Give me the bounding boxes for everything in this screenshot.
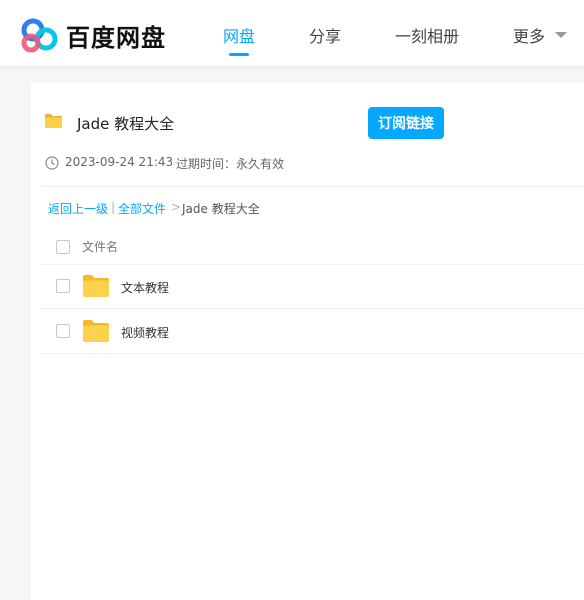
file-name[interactable]: 视频教程 bbox=[121, 324, 169, 341]
folder-icon[interactable] bbox=[83, 275, 109, 297]
breadcrumb-back-link[interactable]: 返回上一级 bbox=[48, 200, 108, 217]
subscribe-link-button[interactable]: 订阅链接 bbox=[368, 107, 444, 139]
column-header-filename[interactable]: 文件名 bbox=[82, 238, 118, 255]
divider bbox=[41, 264, 584, 265]
breadcrumb-separator: | bbox=[111, 200, 116, 214]
nav-share[interactable]: 分享 bbox=[309, 23, 341, 47]
breadcrumb-arrow: > bbox=[171, 200, 182, 214]
nav-netdisk[interactable]: 网盘 bbox=[223, 23, 255, 47]
folder-icon[interactable] bbox=[83, 320, 109, 342]
nav-more[interactable]: 更多 bbox=[513, 23, 545, 47]
expire-time: 过期时间：永久有效 bbox=[176, 157, 285, 171]
nav-active-indicator bbox=[229, 53, 249, 56]
divider bbox=[41, 353, 584, 354]
select-all-checkbox[interactable] bbox=[56, 240, 70, 254]
share-title: Jade 教程大全 bbox=[77, 115, 175, 133]
divider bbox=[41, 308, 584, 309]
nav-moment-album[interactable]: 一刻相册 bbox=[395, 23, 459, 47]
chevron-down-icon[interactable] bbox=[555, 32, 567, 38]
divider bbox=[41, 186, 584, 187]
brand-name[interactable]: 百度网盘 bbox=[66, 18, 166, 53]
breadcrumb-current: Jade 教程大全 bbox=[182, 202, 260, 216]
breadcrumb-all-files-link[interactable]: 全部文件 bbox=[118, 200, 166, 217]
folder-icon bbox=[45, 114, 62, 128]
top-header: 百度网盘 网盘 分享 一刻相册 更多 bbox=[0, 0, 584, 66]
file-name[interactable]: 文本教程 bbox=[121, 279, 169, 296]
share-date: 2023-09-24 21:43 bbox=[65, 155, 174, 169]
row-checkbox[interactable] bbox=[56, 279, 70, 293]
row-checkbox[interactable] bbox=[56, 324, 70, 338]
clock-icon bbox=[45, 156, 59, 170]
baidu-netdisk-logo-icon[interactable] bbox=[19, 17, 61, 53]
